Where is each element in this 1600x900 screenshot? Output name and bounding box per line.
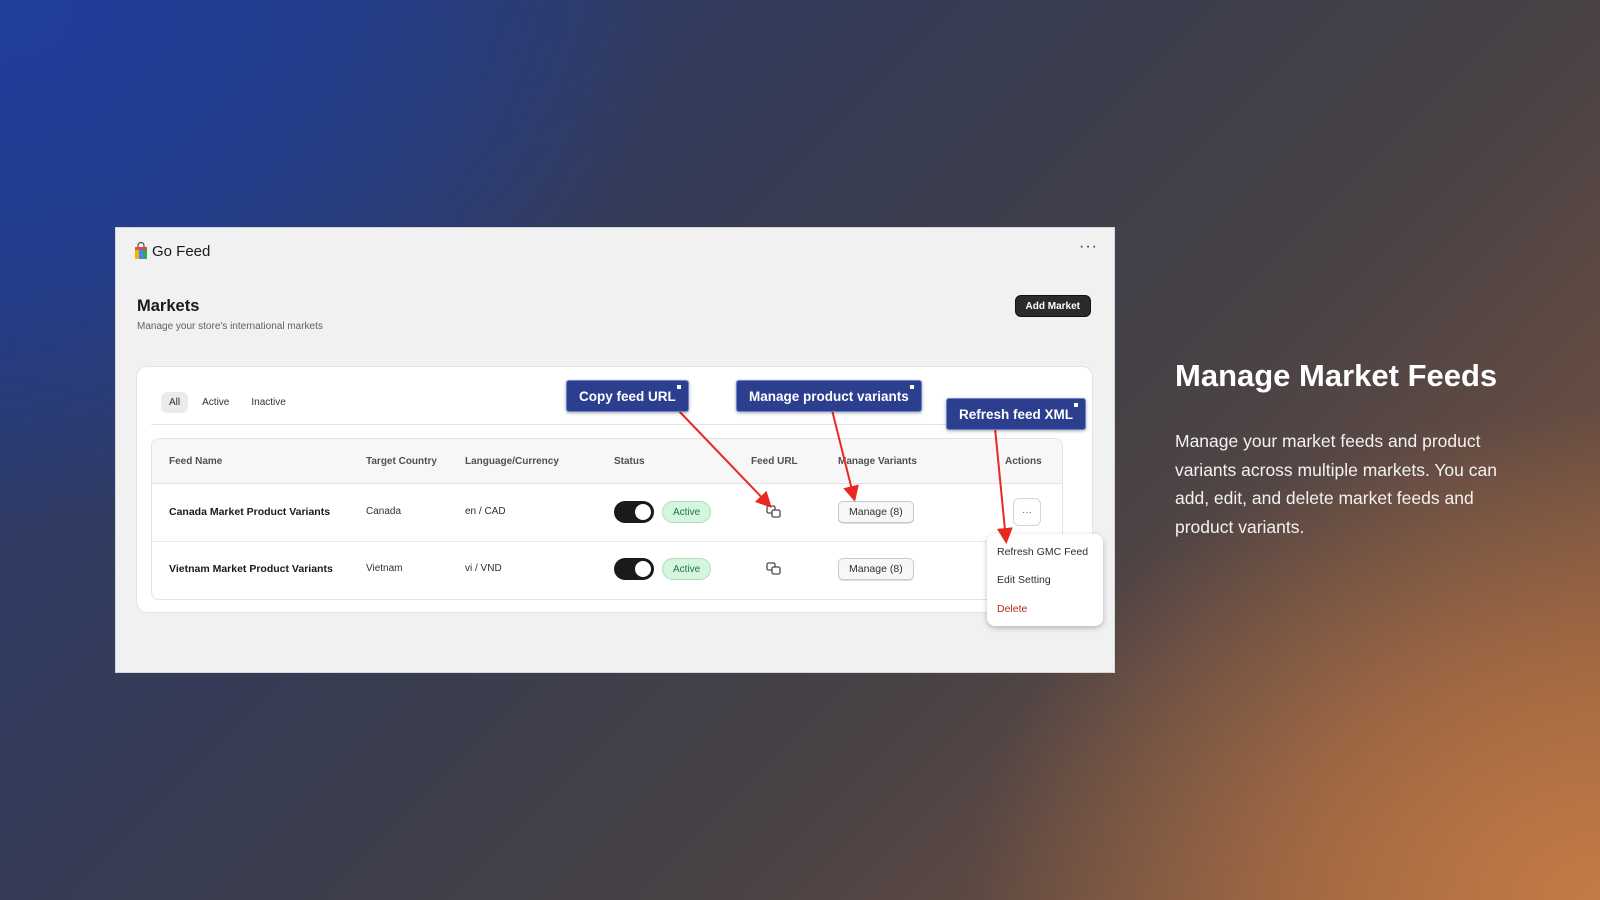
manage-variants-button[interactable]: Manage (8) [838, 558, 914, 580]
status-badge: Active [662, 558, 712, 580]
header-status: Status [614, 456, 645, 467]
tab-inactive[interactable]: Inactive [243, 392, 293, 413]
language-currency: vi / VND [465, 563, 502, 574]
callout-manage-variants: Manage product variants [736, 380, 922, 412]
shopping-bag-logo-icon [135, 242, 147, 259]
markets-table: Feed Name Target Country Language/Curren… [151, 438, 1063, 600]
tab-all[interactable]: All [161, 392, 189, 413]
header-manage-variants: Manage Variants [838, 456, 917, 467]
add-market-button[interactable]: Add Market [1014, 295, 1091, 317]
app-title: Go Feed [152, 242, 211, 260]
language-currency: en / CAD [465, 506, 506, 517]
copy-icon[interactable] [766, 505, 782, 519]
actions-dropdown: Refresh GMC Feed Edit Setting Delete [987, 534, 1103, 626]
header-feed-url: Feed URL [751, 456, 798, 467]
manage-variants-button[interactable]: Manage (8) [838, 501, 914, 523]
menu-item-edit-setting[interactable]: Edit Setting [997, 574, 1051, 586]
header-actions: Actions [1005, 456, 1042, 467]
side-panel-description: Manage your market feeds and product var… [1175, 431, 1497, 537]
header-language-currency: Language/Currency [465, 456, 559, 467]
target-country: Canada [366, 506, 402, 517]
tab-active[interactable]: Active [194, 392, 237, 413]
table-header: Feed Name Target Country Language/Curren… [152, 439, 1062, 484]
menu-item-delete[interactable]: Delete [997, 603, 1027, 615]
feed-name[interactable]: Vietnam Market Product Variants [169, 563, 333, 575]
callout-copy-feed-url: Copy feed URL [566, 380, 689, 412]
header-target-country: Target Country [366, 456, 437, 467]
target-country: Vietnam [366, 563, 403, 574]
status-toggle[interactable] [614, 501, 654, 523]
side-panel-title: Manage Market Feeds [1175, 358, 1498, 393]
filter-tabs: All Active Inactive [161, 392, 294, 413]
page-subtitle: Manage your store's international market… [137, 321, 323, 332]
app-window: Go Feed ··· Markets Manage your store's … [115, 227, 1115, 673]
actions-menu-button[interactable]: ··· [1013, 498, 1041, 526]
copy-icon[interactable] [766, 562, 782, 576]
status-badge: Active [662, 501, 712, 523]
status-toggle[interactable] [614, 558, 654, 580]
more-options-icon[interactable]: ··· [1079, 238, 1098, 256]
table-row: Canada Market Product Variants Canada en… [152, 484, 1062, 542]
callout-refresh-feed: Refresh feed XML [946, 398, 1087, 430]
tab-divider [151, 424, 1078, 425]
table-row: Vietnam Market Product Variants Vietnam … [152, 541, 1062, 598]
app-header: Go Feed [134, 242, 210, 260]
menu-item-refresh-gmc-feed[interactable]: Refresh GMC Feed [997, 546, 1088, 558]
page-title: Markets [137, 297, 200, 315]
feed-name[interactable]: Canada Market Product Variants [169, 506, 330, 518]
header-feed-name: Feed Name [169, 456, 223, 467]
